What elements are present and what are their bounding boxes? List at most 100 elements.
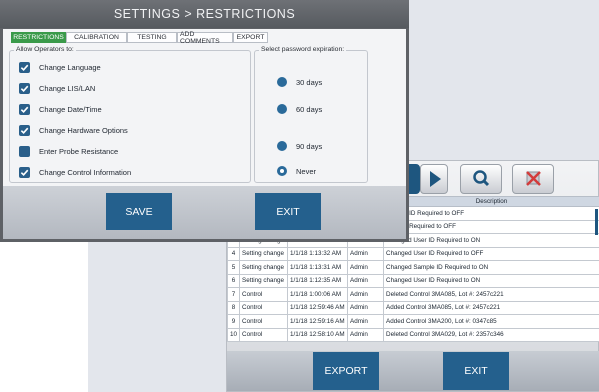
operators-group-legend: Allow Operators to:: [14, 46, 76, 53]
checkmark-icon: [20, 127, 29, 134]
operator-option-label: Change Language: [39, 62, 101, 72]
next-icon: [430, 171, 441, 187]
operator-option-label: Change Hardware Options: [39, 125, 128, 135]
operator-option-row[interactable]: Enter Probe Resistance: [19, 145, 118, 157]
log-cell-time: 1/1/18 12:59:46 AM: [287, 300, 349, 315]
log-cell-desc: Changed Sample ID Required to ON: [383, 260, 599, 275]
table-row[interactable]: 6 Setting change 1/1/18 1:12:35 AM Admin Cha…: [226, 273, 599, 288]
expiration-radio[interactable]: [277, 166, 287, 176]
expiration-radio[interactable]: [277, 104, 287, 114]
log-cell-desc: Deleted Control 3MA085, Lot #: 2457c221: [383, 287, 599, 302]
log-cell-desc: User ID Required to OFF: [383, 219, 599, 234]
log-cell-desc: Added Control 3MA085, Lot #: 2457c221: [383, 300, 599, 315]
log-cell-num: 8: [226, 300, 241, 315]
expiration-option-row[interactable]: Never: [277, 165, 316, 177]
log-cell-num: 5: [226, 260, 241, 275]
log-cell-type: Setting change: [239, 260, 289, 275]
delete-button[interactable]: [512, 164, 554, 194]
log-cell-type: Control: [239, 300, 289, 315]
next-button[interactable]: [420, 164, 448, 194]
operator-option-row[interactable]: Change Control Information: [19, 166, 131, 178]
log-cell-num: 4: [226, 246, 241, 261]
log-footer: EXPORT EXIT: [227, 351, 599, 391]
operator-option-row[interactable]: Change Hardware Options: [19, 124, 128, 136]
log-cell-type: Control: [239, 327, 289, 342]
expiration-option-row[interactable]: 90 days: [277, 140, 322, 152]
log-cell-desc: Changed User ID Required to OFF: [383, 246, 599, 261]
operator-option-row[interactable]: Change Language: [19, 61, 101, 73]
log-cell-user: Admin: [347, 300, 385, 315]
operator-option-label: Change Date/Time: [39, 104, 102, 114]
log-cell-user: Admin: [347, 314, 385, 329]
password-group-legend: Select password expiration:: [259, 46, 347, 53]
tab-calibration[interactable]: CALIBRATION: [66, 32, 127, 43]
log-cell-num: 7: [226, 287, 241, 302]
expiration-option-label: Never: [296, 166, 317, 176]
checkmark-icon: [20, 64, 29, 71]
log-cell-user: Admin: [347, 260, 385, 275]
log-cell-time: 1/1/18 1:12:35 AM: [287, 273, 349, 288]
export-button[interactable]: EXPORT: [313, 352, 379, 390]
operators-group: Allow Operators to: Change Language Chang…: [9, 46, 251, 183]
table-row[interactable]: 10 Control 1/1/18 12:58:10 AM Admin Deleted …: [226, 327, 599, 342]
expiration-option-row[interactable]: 30 days: [277, 76, 322, 88]
operator-option-label: Enter Probe Resistance: [39, 146, 119, 156]
operator-option-row[interactable]: Change Date/Time: [19, 103, 102, 115]
table-row[interactable]: 5 Setting change 1/1/18 1:13:31 AM Admin Cha…: [226, 260, 599, 275]
operator-checkbox[interactable]: [19, 166, 30, 178]
log-cell-num: 6: [226, 273, 241, 288]
log-cell-time: 1/1/18 12:59:16 AM: [287, 314, 349, 329]
operator-checkbox[interactable]: [19, 61, 30, 73]
log-cell-time: 1/1/18 1:00:06 AM: [287, 287, 349, 302]
operator-option-row[interactable]: Change LIS/LAN: [19, 82, 95, 94]
log-cell-time: 1/1/18 1:13:31 AM: [287, 260, 349, 275]
log-cell-time: 1/1/18 12:58:10 AM: [287, 327, 349, 342]
delete-icon: [526, 171, 541, 186]
operator-checkbox[interactable]: [19, 103, 30, 115]
operator-checkbox[interactable]: [19, 124, 30, 136]
checkmark-icon: [20, 85, 29, 92]
log-cell-num: 9: [226, 314, 241, 329]
log-toolbar: [402, 161, 599, 197]
settings-body: RESTRICTIONS CALIBRATION TESTING ADD COM…: [3, 29, 406, 186]
operator-checkbox[interactable]: [19, 82, 30, 94]
log-cell-desc: Changed User ID Required to ON: [383, 233, 599, 248]
save-button[interactable]: SAVE: [106, 193, 172, 230]
expiration-radio[interactable]: [277, 141, 287, 151]
operator-option-label: Change LIS/LAN: [39, 83, 96, 93]
checkmark-icon: [20, 169, 29, 176]
search-icon: [473, 170, 490, 187]
log-exit-button[interactable]: EXIT: [443, 352, 509, 390]
scrollbar-thumb[interactable]: [595, 209, 598, 235]
expiration-option-row[interactable]: 60 days: [277, 103, 322, 115]
tab-testing[interactable]: TESTING: [127, 32, 177, 43]
settings-footer: SAVE EXIT: [3, 186, 406, 239]
log-cell-desc: Deleted Control 3MA029, Lot #: 2357c346: [383, 327, 599, 342]
log-cell-desc: Sample ID Required to OFF: [383, 206, 599, 221]
expiration-radio[interactable]: [277, 77, 287, 87]
tab-restrictions[interactable]: RESTRICTIONS: [11, 32, 66, 43]
log-cell-type: Control: [239, 314, 289, 329]
expiration-option-label: 90 days: [296, 141, 323, 151]
log-cell-user: Admin: [347, 287, 385, 302]
log-cell-type: Control: [239, 287, 289, 302]
log-cell-type: Setting change: [239, 246, 289, 261]
table-row[interactable]: 9 Control 1/1/18 12:59:16 AM Admin Added Con…: [226, 314, 599, 329]
search-button[interactable]: [460, 164, 502, 194]
settings-exit-button[interactable]: EXIT: [255, 193, 321, 230]
tab-add-comments[interactable]: ADD COMMENTS: [177, 31, 233, 45]
tab-export[interactable]: EXPORT: [233, 32, 268, 43]
expiration-option-label: 60 days: [296, 104, 323, 114]
settings-dialog: SETTINGS > RESTRICTIONS RESTRICTIONS CAL…: [0, 0, 409, 242]
password-group: Select password expiration: 30 days 60 da…: [254, 46, 368, 183]
table-row[interactable]: 7 Control 1/1/18 1:00:06 AM Admin Deleted Co…: [226, 287, 599, 302]
log-cell-desc: Added Control 3MA200, Lot #: 0347c85: [383, 314, 599, 329]
log-cell-user: Admin: [347, 246, 385, 261]
operator-checkbox[interactable]: [19, 145, 30, 157]
log-cell-type: Setting change: [239, 273, 289, 288]
log-cell-desc: Changed User ID Required to ON: [383, 273, 599, 288]
settings-title: SETTINGS > RESTRICTIONS: [0, 0, 409, 28]
table-row[interactable]: 8 Control 1/1/18 12:59:46 AM Admin Added Con…: [226, 300, 599, 315]
log-cell-time: 1/1/18 1:13:32 AM: [287, 246, 349, 261]
table-row[interactable]: 4 Setting change 1/1/18 1:13:32 AM Admin Cha…: [226, 246, 599, 261]
